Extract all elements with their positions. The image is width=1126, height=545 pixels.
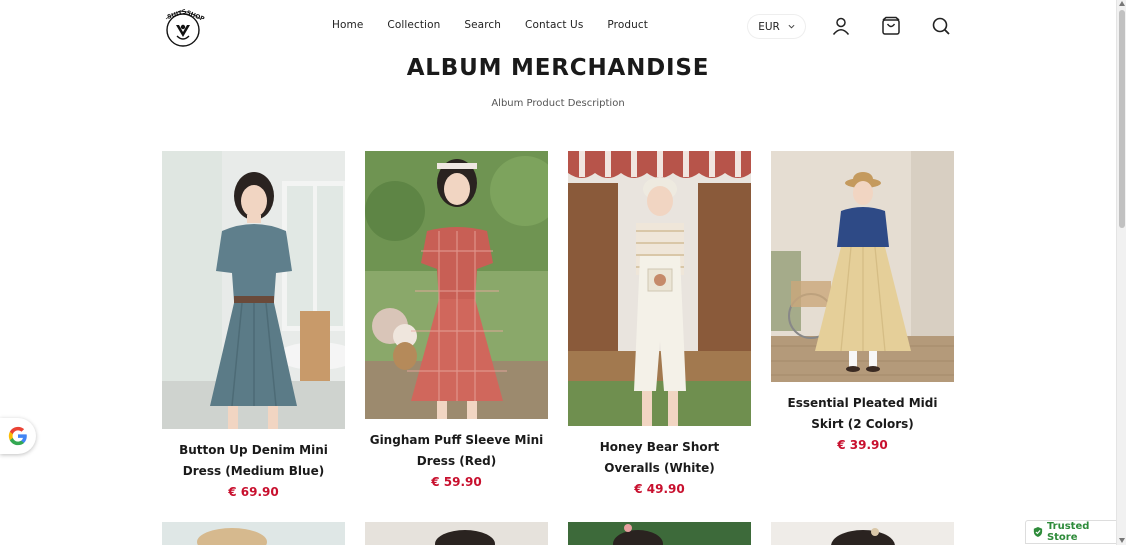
nav-product[interactable]: Product — [607, 19, 648, 31]
page-description: Album Product Description — [491, 98, 625, 109]
scrollbar-thumb[interactable] — [1119, 10, 1125, 228]
page-scrollbar[interactable] — [1116, 0, 1126, 545]
nav-home[interactable]: Home — [332, 19, 363, 31]
page-title: ALBUM MERCHANDISE — [406, 55, 710, 81]
product-price: € 49.90 — [634, 482, 685, 496]
trusted-store-badge[interactable]: Trusted Store — [1025, 520, 1117, 544]
currency-selector[interactable]: EUR — [748, 15, 805, 38]
product-card[interactable]: Essential Pleated Midi Skirt (2 Colors) … — [771, 151, 954, 452]
product-image[interactable] — [162, 151, 345, 429]
trusted-store-label: Trusted Store — [1046, 521, 1090, 543]
shop-logo[interactable]: SUITS SHOP — [160, 6, 206, 48]
search-icon[interactable] — [931, 16, 951, 36]
shield-check-icon — [1033, 527, 1043, 537]
google-icon — [8, 426, 27, 446]
cart-icon[interactable] — [881, 16, 901, 36]
product-name[interactable]: Button Up Denim Mini Dress (Medium Blue) — [162, 440, 345, 482]
product-image[interactable] — [771, 522, 954, 545]
main-nav: Home Collection Search Contact Us Produc… — [332, 19, 672, 31]
scroll-up-icon[interactable] — [1119, 1, 1125, 6]
product-card[interactable]: Gingham Puff Sleeve Mini Dress (Red) € 5… — [365, 151, 548, 489]
chevron-down-icon — [788, 24, 795, 29]
product-name[interactable]: Essential Pleated Midi Skirt (2 Colors) — [771, 393, 954, 435]
product-image[interactable] — [568, 151, 751, 426]
nav-collection[interactable]: Collection — [387, 19, 440, 31]
product-card[interactable]: Honey Bear Short Overalls (White) € 49.9… — [568, 151, 751, 496]
product-price: € 39.90 — [837, 438, 888, 452]
product-image[interactable] — [365, 151, 548, 419]
google-reviews-badge[interactable] — [0, 418, 36, 454]
product-card[interactable]: Button Up Denim Mini Dress (Medium Blue)… — [162, 151, 345, 499]
nav-contact-us[interactable]: Contact Us — [525, 19, 583, 31]
product-image[interactable] — [365, 522, 548, 545]
product-name[interactable]: Honey Bear Short Overalls (White) — [568, 437, 751, 479]
product-name[interactable]: Gingham Puff Sleeve Mini Dress (Red) — [365, 430, 548, 472]
scroll-down-icon[interactable] — [1119, 538, 1125, 543]
user-icon[interactable] — [831, 16, 851, 36]
product-price: € 69.90 — [228, 485, 279, 499]
currency-value: EUR — [758, 20, 780, 33]
product-image[interactable] — [568, 522, 751, 545]
product-image[interactable] — [162, 522, 345, 545]
nav-search[interactable]: Search — [464, 19, 501, 31]
product-image[interactable] — [771, 151, 954, 382]
product-price: € 59.90 — [431, 475, 482, 489]
